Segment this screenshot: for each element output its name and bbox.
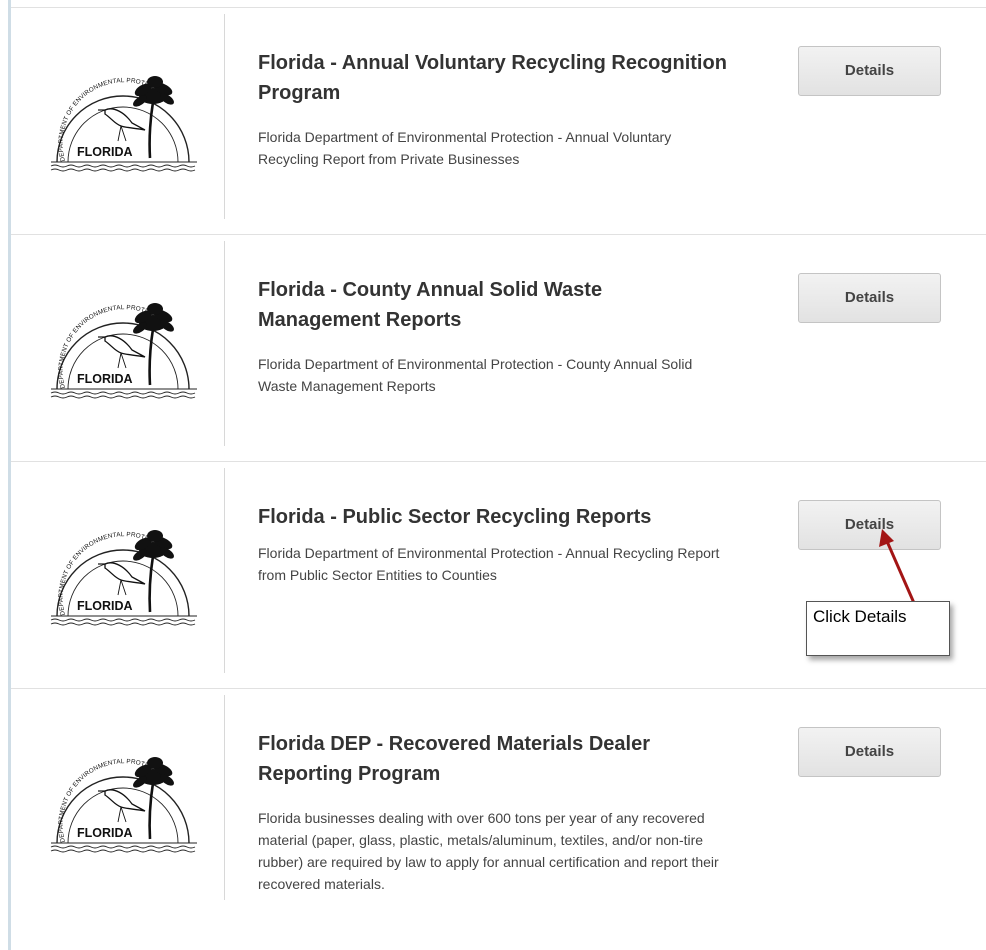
divider	[224, 695, 225, 900]
florida-dep-seal-icon	[39, 520, 199, 628]
details-button[interactable]: Details	[798, 46, 941, 96]
divider	[224, 14, 225, 219]
item-title[interactable]: Florida DEP - Recovered Materials Dealer…	[258, 729, 728, 789]
list-item: Florida - Annual Voluntary Recycling Rec…	[11, 7, 986, 234]
item-description: Florida businesses dealing with over 600…	[258, 810, 719, 892]
florida-dep-seal-icon	[39, 293, 199, 401]
details-button[interactable]: Details	[798, 727, 941, 777]
florida-dep-seal-icon	[39, 747, 199, 855]
results-list: Florida - Annual Voluntary Recycling Rec…	[0, 0, 986, 950]
divider	[224, 468, 225, 673]
item-description: Florida Department of Environmental Prot…	[258, 129, 672, 167]
details-button[interactable]: Details	[798, 273, 941, 323]
item-title[interactable]: Florida - County Annual Solid Waste Mana…	[258, 275, 728, 335]
florida-dep-seal-icon	[39, 66, 199, 174]
divider	[224, 241, 225, 446]
item-title[interactable]: Florida - Public Sector Recycling Report…	[258, 502, 728, 532]
list-item: Florida - County Annual Solid Waste Mana…	[11, 234, 986, 461]
list-item: Florida DEP - Recovered Materials Dealer…	[11, 688, 986, 950]
annotation-arrow-icon	[879, 529, 916, 604]
annotation-callout: Click Details	[806, 601, 950, 656]
item-description: Florida Department of Environmental Prot…	[258, 545, 720, 583]
item-description: Florida Department of Environmental Prot…	[258, 356, 693, 394]
item-title[interactable]: Florida - Annual Voluntary Recycling Rec…	[258, 48, 728, 108]
